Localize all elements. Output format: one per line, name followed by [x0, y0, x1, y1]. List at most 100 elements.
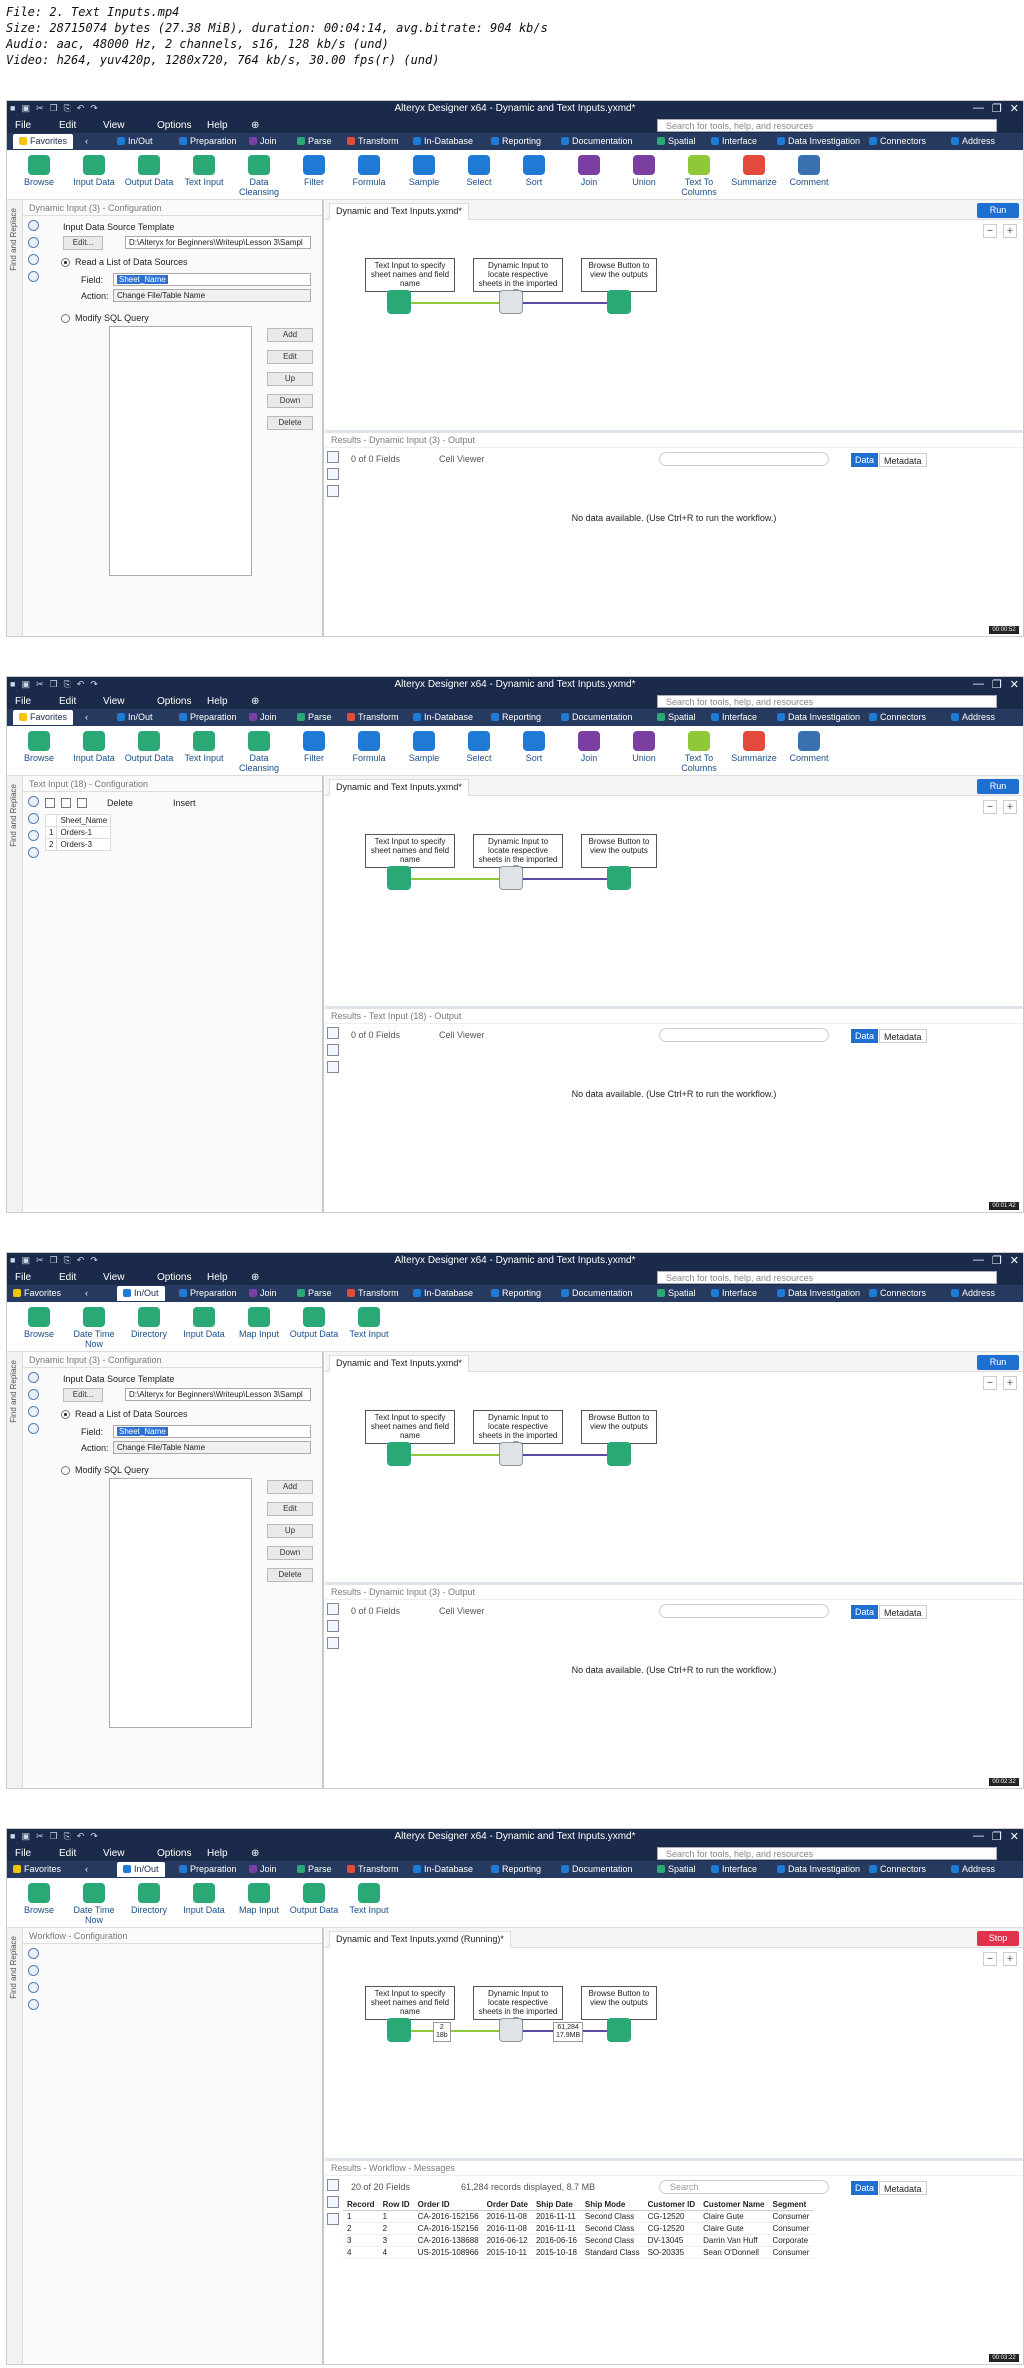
run-button[interactable]: Run [977, 1355, 1019, 1370]
category-address[interactable]: Address [951, 1288, 995, 1298]
copy-icon[interactable] [61, 798, 71, 808]
window-controls[interactable]: — ❐ ✕ [973, 678, 1019, 691]
comment-text-input[interactable]: Text Input to specify sheet names and fi… [365, 258, 455, 292]
delete-button[interactable]: Delete [107, 798, 133, 808]
annotation-icon[interactable] [27, 1982, 39, 1993]
tool-sample[interactable]: Sample [398, 155, 450, 187]
category-transform[interactable]: Transform [347, 136, 399, 146]
modify-sql-radio[interactable] [61, 314, 70, 323]
comment-text-input[interactable]: Text Input to specify sheet names and fi… [365, 1410, 455, 1444]
text-input-tool-node[interactable] [387, 1442, 411, 1466]
category-in-out[interactable]: In/Out [117, 1862, 165, 1877]
category-back-icon[interactable]: ‹ [85, 1864, 88, 1874]
log-icon[interactable] [327, 1637, 339, 1649]
grid-row[interactable]: 1 Orders-1 [44, 826, 112, 839]
tool-directory[interactable]: Directory [123, 1307, 175, 1339]
tool-summarize[interactable]: Summarize [728, 155, 780, 187]
category-preparation[interactable]: Preparation [179, 1288, 237, 1298]
tool-output-data[interactable]: Output Data [288, 1883, 340, 1915]
stop-button[interactable]: Stop [977, 1931, 1019, 1946]
minimize-icon[interactable]: — [973, 678, 984, 691]
restore-icon[interactable]: ❐ [992, 1830, 1002, 1843]
tool-map-input[interactable]: Map Input [233, 1883, 285, 1915]
tool-summarize[interactable]: Summarize [728, 731, 780, 763]
insert-button[interactable]: Insert [173, 798, 196, 808]
tool-sort[interactable]: Sort [508, 731, 560, 763]
up-button[interactable]: Up [267, 1524, 313, 1538]
category-documentation[interactable]: Documentation [561, 1288, 633, 1298]
delete-button[interactable]: Delete [267, 416, 313, 430]
messages-icon[interactable] [327, 1044, 339, 1056]
results-search-input[interactable] [659, 1028, 829, 1042]
results-search-input[interactable] [659, 452, 829, 466]
comment-text-input[interactable]: Text Input to specify sheet names and fi… [365, 834, 455, 868]
tool-formula[interactable]: Formula [343, 155, 395, 187]
close-icon[interactable]: ✕ [1010, 1830, 1019, 1843]
restore-icon[interactable]: ❐ [992, 1254, 1002, 1267]
category-address[interactable]: Address [951, 712, 995, 722]
workflow-tab[interactable]: Dynamic and Text Inputs.yxmd* [329, 1355, 469, 1372]
text-input-tool-node[interactable] [387, 290, 411, 314]
zoom-in-button[interactable]: + [1003, 1952, 1017, 1966]
field-select[interactable]: Sheet_Name [113, 273, 311, 286]
tool-text-to-columns[interactable]: Text To Columns [673, 731, 725, 773]
tool-comment[interactable]: Comment [783, 155, 835, 187]
comment-dynamic-input[interactable]: Dynamic Input to locate respective sheet… [473, 258, 563, 297]
category-documentation[interactable]: Documentation [561, 1864, 633, 1874]
tool-input-data[interactable]: Input Data [178, 1307, 230, 1339]
help-icon[interactable] [27, 847, 39, 858]
menu-help[interactable]: Help [207, 120, 228, 131]
category-interface[interactable]: Interface [711, 1864, 757, 1874]
column-header[interactable]: Ship Date [531, 2199, 581, 2211]
tag-icon[interactable] [27, 1389, 39, 1400]
category-connectors[interactable]: Connectors [869, 136, 926, 146]
category-in-out[interactable]: In/Out [117, 712, 153, 722]
read-list-radio[interactable] [61, 1410, 70, 1419]
delete-button[interactable]: Delete [267, 1568, 313, 1582]
category-parse[interactable]: Parse [297, 712, 332, 722]
menu-file[interactable]: File [15, 1272, 31, 1283]
template-path-field[interactable]: D:\Alteryx for Beginners\Writeup\Lesson … [125, 236, 311, 249]
table-icon[interactable] [327, 2179, 339, 2191]
metadata-tab[interactable]: Metadata [879, 2181, 927, 2195]
down-button[interactable]: Down [267, 394, 313, 408]
zoom-out-button[interactable]: − [983, 224, 997, 238]
zoom-out-button[interactable]: − [983, 1952, 997, 1966]
tool-output-data[interactable]: Output Data [288, 1307, 340, 1339]
global-search-input[interactable]: Search for tools, help, and resources [657, 1847, 997, 1860]
annotation-icon[interactable] [27, 830, 39, 841]
data-tab[interactable]: Data [851, 1605, 879, 1619]
settings-icon[interactable] [27, 1948, 39, 1959]
global-search-input[interactable]: Search for tools, help, and resources [657, 119, 997, 132]
dynamic-input-tool-node[interactable] [499, 2018, 523, 2042]
edit-template-button[interactable]: Edit... [63, 1388, 103, 1402]
tag-icon[interactable] [27, 237, 39, 248]
comment-browse[interactable]: Browse Button to view the outputs [581, 258, 657, 292]
read-list-radio[interactable] [61, 258, 70, 267]
comment-text-input[interactable]: Text Input to specify sheet names and fi… [365, 1986, 455, 2020]
category-spatial[interactable]: Spatial [657, 712, 696, 722]
category-parse[interactable]: Parse [297, 1288, 332, 1298]
menu-view[interactable]: View [103, 1848, 125, 1859]
category-join[interactable]: Join [249, 712, 277, 722]
metadata-tab[interactable]: Metadata [879, 1605, 927, 1619]
column-header[interactable]: Order ID [413, 2199, 483, 2211]
zoom-in-button[interactable]: + [1003, 224, 1017, 238]
comment-dynamic-input[interactable]: Dynamic Input to locate respective sheet… [473, 1986, 563, 2025]
column-header[interactable]: Row ID [378, 2199, 414, 2211]
category-reporting[interactable]: Reporting [491, 1288, 541, 1298]
category-reporting[interactable]: Reporting [491, 712, 541, 722]
menu-view[interactable]: View [103, 1272, 125, 1283]
category-in-out[interactable]: In/Out [117, 1286, 165, 1301]
log-icon[interactable] [327, 485, 339, 497]
category-transform[interactable]: Transform [347, 712, 399, 722]
tool-join[interactable]: Join [563, 731, 615, 763]
find-replace-strip[interactable]: Find and Replace [7, 1928, 23, 2364]
grid-column-header[interactable]: Sheet_Name [56, 814, 112, 827]
comment-browse[interactable]: Browse Button to view the outputs [581, 834, 657, 868]
category-reporting[interactable]: Reporting [491, 1864, 541, 1874]
zoom-out-button[interactable]: − [983, 800, 997, 814]
menu-edit[interactable]: Edit [59, 696, 76, 707]
template-path-field[interactable]: D:\Alteryx for Beginners\Writeup\Lesson … [125, 1388, 311, 1401]
browse-tool-node[interactable] [607, 1442, 631, 1466]
